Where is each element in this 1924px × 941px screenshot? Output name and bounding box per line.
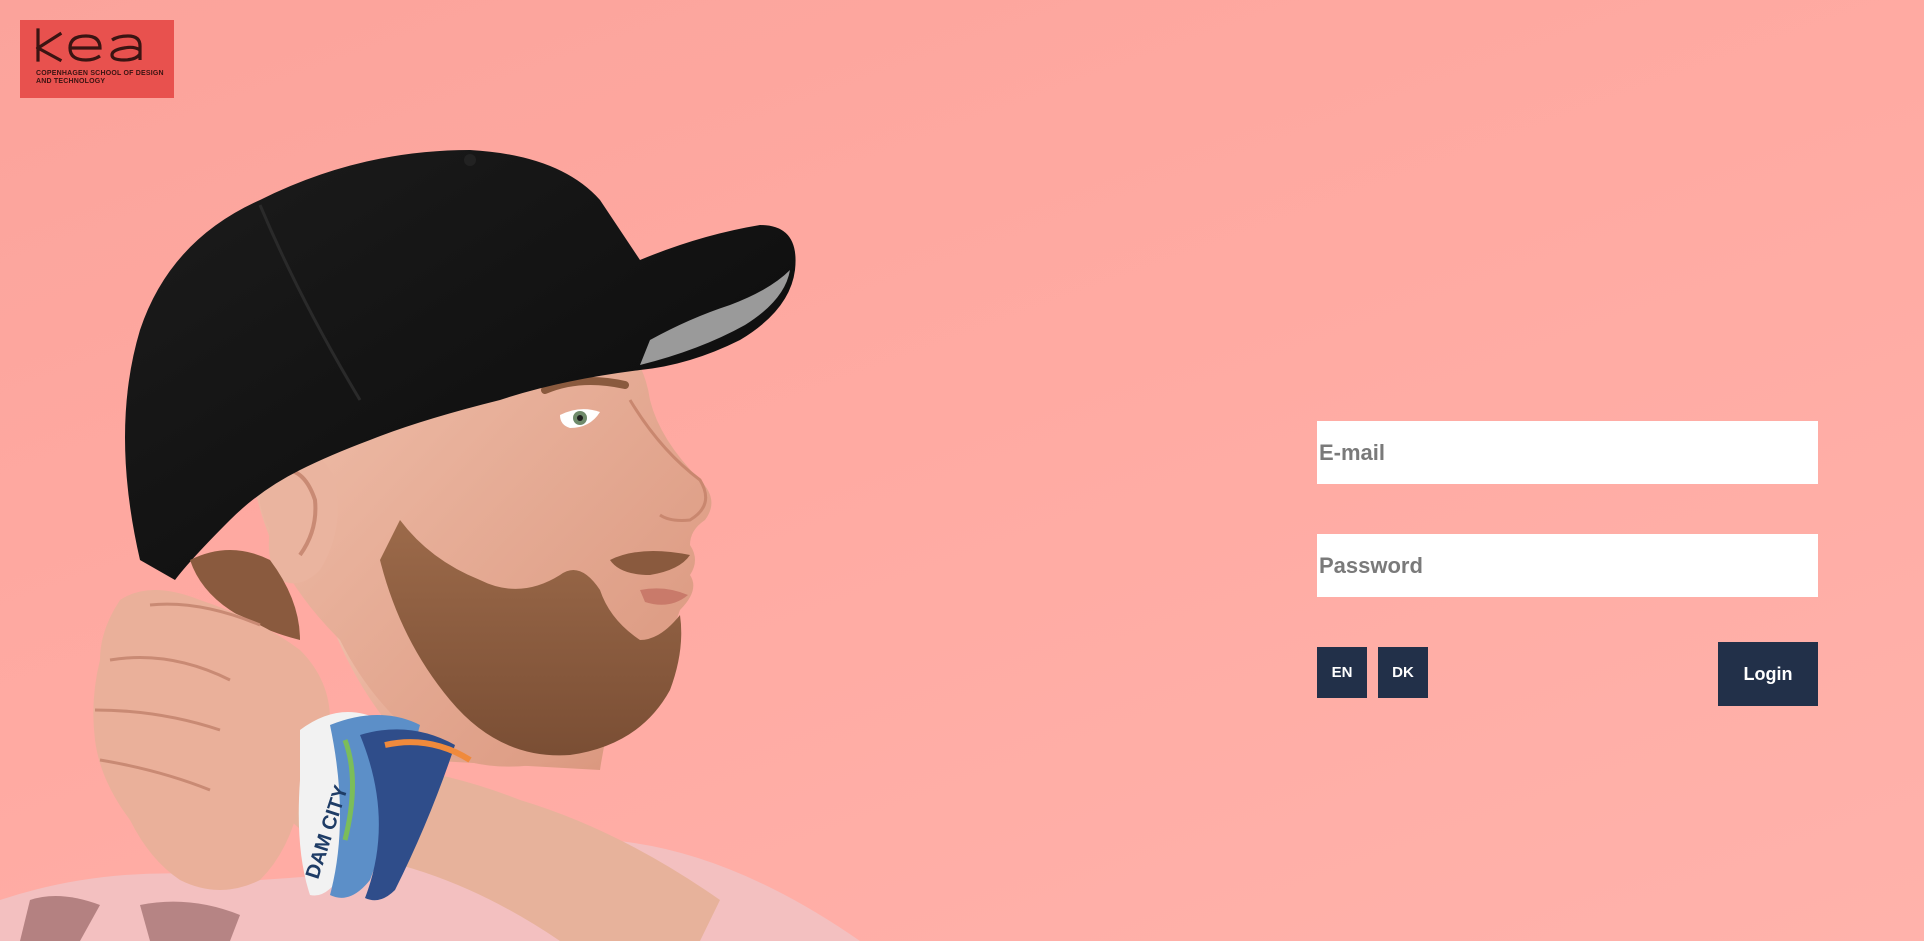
email-field[interactable] xyxy=(1317,421,1818,484)
hero-photo: DAM CITY xyxy=(0,150,860,941)
login-button[interactable]: Login xyxy=(1718,642,1818,706)
password-field[interactable] xyxy=(1317,534,1818,597)
language-en-button[interactable]: EN xyxy=(1317,647,1367,698)
login-form: EN DK Login xyxy=(1317,421,1818,711)
form-actions: EN DK Login xyxy=(1317,642,1818,711)
language-dk-button[interactable]: DK xyxy=(1378,647,1428,698)
